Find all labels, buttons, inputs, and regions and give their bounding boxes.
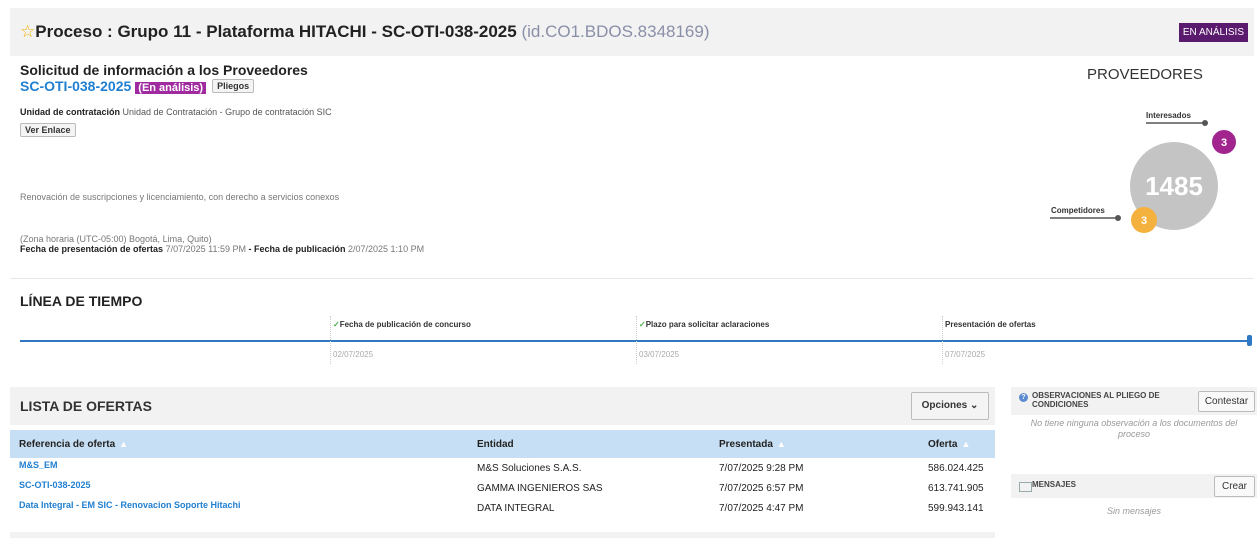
process-description: Renovación de suscripciones y licenciami… <box>20 192 340 202</box>
offer-entity: M&S Soluciones S.A.S. <box>477 463 582 474</box>
timeline-marker <box>330 316 331 364</box>
sort-icon[interactable]: ▲ <box>119 439 128 449</box>
request-status-tag: (En análisis) <box>135 82 207 94</box>
sort-icon[interactable]: ▲ <box>777 439 786 449</box>
favorite-star-icon[interactable]: ☆ <box>20 22 35 41</box>
request-title: Solicitud de información a los Proveedor… <box>20 62 308 78</box>
request-code-line: SC-OTI-038-2025 (En análisis) Pliegos <box>20 78 255 94</box>
competidores-leader-dot <box>1115 215 1121 221</box>
proveedores-bubble-chart: 1485 Interesados 3 Competidores 3 <box>1050 111 1236 233</box>
question-icon: ? <box>1019 393 1028 402</box>
timeline-end-handle <box>1247 335 1252 346</box>
process-title: Proceso : Grupo 11 - Plataforma HITACHI … <box>35 22 517 41</box>
timeline-title: LÍNEA DE TIEMPO <box>20 293 143 309</box>
publication-date-value: 2/07/2025 1:10 PM <box>348 244 425 254</box>
status-badge: EN ANÁLISIS <box>1178 23 1248 42</box>
offer-submitted: 7/07/2025 6:57 PM <box>719 483 804 494</box>
chevron-down-icon: ⌄ <box>969 400 979 411</box>
observations-empty-text: No tiene ninguna observación a los docum… <box>1030 418 1238 439</box>
page-title: ☆Proceso : Grupo 11 - Plataforma HITACHI… <box>20 22 710 42</box>
timeline-event-label: ✓Plazo para solicitar aclaraciones <box>639 320 770 329</box>
offers-footer-bar <box>10 532 995 538</box>
timeline-event-date: 03/07/2025 <box>639 350 680 359</box>
messages-title: MENSAJES <box>1032 480 1077 489</box>
offers-header-bar: LISTA DE OFERTAS Opciones ⌄ <box>10 387 995 425</box>
offer-entity: DATA INTEGRAL <box>477 503 555 514</box>
timeline-marker <box>636 316 637 364</box>
column-header-amount[interactable]: Oferta ▲ <box>928 439 970 450</box>
table-row: Data Integral - EM SIC - Renovacion Sopo… <box>10 500 995 518</box>
offers-title: LISTA DE OFERTAS <box>20 398 152 414</box>
proveedores-title: PROVEEDORES <box>1087 66 1203 83</box>
timeline-event-label: Presentación de ofertas <box>945 320 1036 329</box>
contracting-unit: Unidad de contratación Unidad de Contrat… <box>20 107 332 117</box>
process-info-panel: Solicitud de información a los Proveedor… <box>10 56 1254 279</box>
publication-date-label: Fecha de publicación <box>253 244 346 254</box>
offer-amount: 586.024.425 <box>928 463 984 474</box>
contracting-unit-value: Unidad de Contratación - Grupo de contra… <box>122 107 332 117</box>
offer-amount: 599.943.141 <box>928 503 984 514</box>
sort-icon[interactable]: ▲ <box>961 439 970 449</box>
table-row: SC-OTI-038-2025 GAMMA INGENIEROS SAS 7/0… <box>10 480 995 498</box>
offer-entity: GAMMA INGENIEROS SAS <box>477 483 603 494</box>
timeline-event-date: 07/07/2025 <box>945 350 986 359</box>
timezone-text: (Zona horaria (UTC-05:00) Bogotá, Lima, … <box>20 234 212 244</box>
options-dropdown-button[interactable]: Opciones ⌄ <box>911 392 989 420</box>
observations-title: OBSERVACIONES AL PLIEGO DE CONDICIONES <box>1032 391 1160 409</box>
request-code[interactable]: SC-OTI-038-2025 <box>20 78 131 94</box>
column-header-entity[interactable]: Entidad <box>477 439 514 450</box>
timeline-event-date: 02/07/2025 <box>333 350 374 359</box>
process-header: ☆Proceso : Grupo 11 - Plataforma HITACHI… <box>10 8 1254 56</box>
ver-enlace-button[interactable]: Ver Enlace <box>20 123 76 137</box>
column-header-reference[interactable]: Referencia de oferta ▲ <box>19 439 128 450</box>
presentation-date-label: Fecha de presentación de ofertas <box>20 244 164 254</box>
contestar-button[interactable]: Contestar <box>1198 391 1255 412</box>
presentation-date-value: 7/07/2025 11:59 PM <box>165 244 246 254</box>
interesados-count: 3 <box>1221 137 1227 149</box>
mail-icon <box>1019 482 1032 492</box>
offer-reference-link[interactable]: M&S_EM <box>19 460 58 470</box>
competidores-label: Competidores <box>1051 206 1105 215</box>
interesados-leader-dot <box>1202 120 1208 126</box>
offer-submitted: 7/07/2025 9:28 PM <box>719 463 804 474</box>
timeline-line <box>20 340 1250 342</box>
competidores-count: 3 <box>1141 215 1147 227</box>
process-id: (id.CO1.BDOS.8348169) <box>521 22 710 41</box>
offer-amount: 613.741.905 <box>928 483 984 494</box>
crear-message-button[interactable]: Crear <box>1214 476 1255 497</box>
pliegos-button[interactable]: Pliegos <box>212 79 255 93</box>
check-icon: ✓ <box>333 320 340 329</box>
dates-separator: - <box>245 244 254 254</box>
contracting-unit-label: Unidad de contratación <box>20 107 121 117</box>
interesados-label: Interesados <box>1146 111 1191 120</box>
table-row: M&S_EM M&S Soluciones S.A.S. 7/07/2025 9… <box>10 460 995 478</box>
timeline-marker <box>942 316 943 364</box>
timeline-event-label: ✓Fecha de publicación de concurso <box>333 320 471 329</box>
offers-table-header: Referencia de oferta ▲ Entidad Presentada… <box>10 430 995 458</box>
messages-empty-text: Sin mensajes <box>1106 506 1162 516</box>
offer-submitted: 7/07/2025 4:47 PM <box>719 503 804 514</box>
check-icon: ✓ <box>639 320 646 329</box>
offer-reference-link[interactable]: SC-OTI-038-2025 <box>19 480 91 490</box>
total-suppliers-count: 1485 <box>1145 171 1203 201</box>
column-header-submitted[interactable]: Presentada ▲ <box>719 439 786 450</box>
key-dates: Fecha de presentación de ofertas 7/07/20… <box>20 244 424 254</box>
offer-reference-link[interactable]: Data Integral - EM SIC - Renovacion Sopo… <box>19 500 241 510</box>
